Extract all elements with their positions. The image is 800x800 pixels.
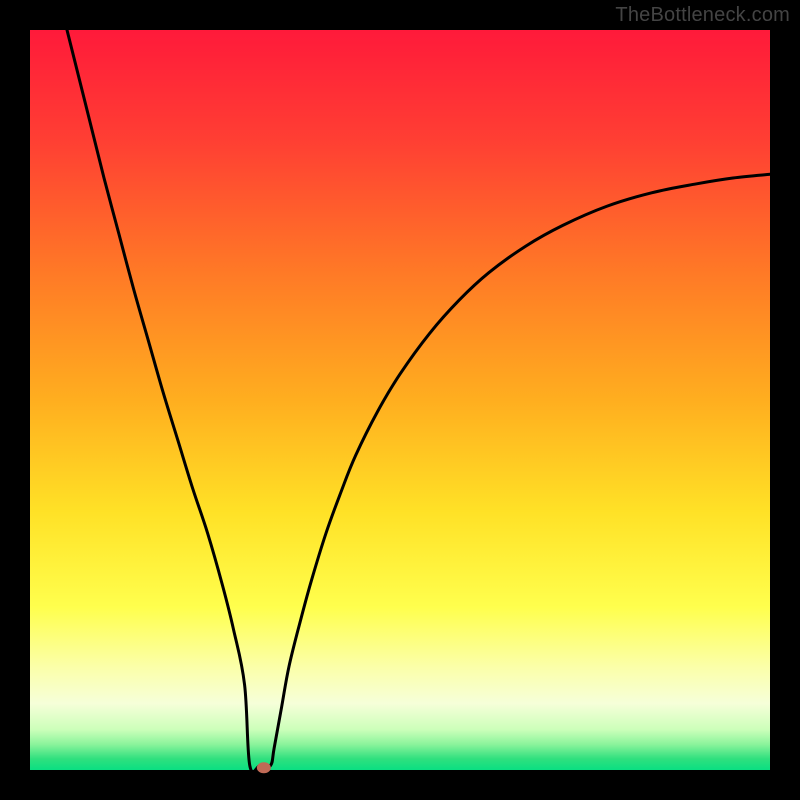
curve-marker (257, 762, 271, 773)
plot-background (30, 30, 770, 770)
chart-frame: TheBottleneck.com (0, 0, 800, 800)
chart-svg (0, 0, 800, 800)
watermark-text: TheBottleneck.com (615, 4, 790, 27)
